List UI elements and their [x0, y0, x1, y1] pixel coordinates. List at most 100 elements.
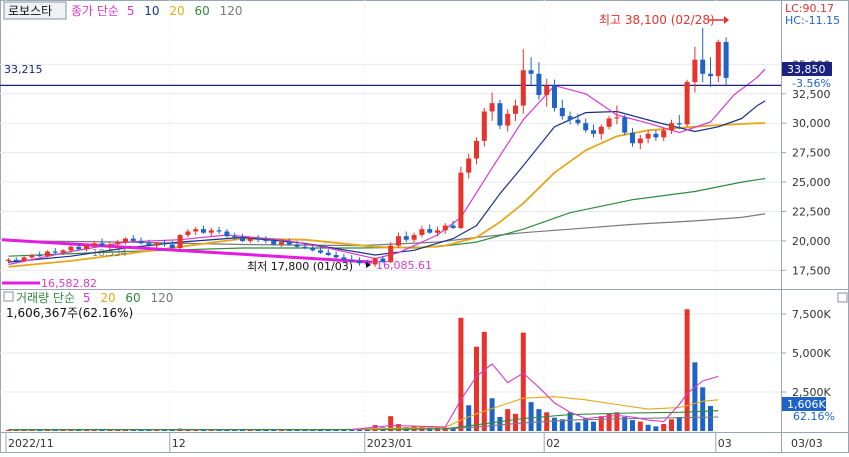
volume-bar [591, 421, 596, 431]
candle-body [115, 242, 121, 245]
candle-body [614, 117, 620, 119]
candle-body [247, 238, 253, 241]
ma-legend-5: 5 [127, 4, 135, 18]
x-axis-tick-label: 12 [172, 437, 186, 450]
candle-body [708, 73, 713, 77]
candle-body [37, 255, 43, 257]
candle-body [520, 70, 526, 106]
volume-bar [669, 419, 674, 431]
volume-panel-toggle[interactable] [3, 291, 14, 302]
candle-body [591, 130, 596, 134]
stock-name: 로보스타 [8, 4, 52, 18]
candle-body [13, 259, 19, 261]
candle-body [263, 239, 269, 241]
ref-line-value: 33,215 [4, 63, 43, 76]
min-price-label: 최저 17,800 (01/03) [247, 260, 353, 273]
volume-legend-60: 60 [125, 291, 140, 305]
candle-body [630, 132, 635, 144]
candle-body [29, 255, 35, 258]
stock-chart-svg: 17,50020,00022,50025,00027,50030,00032,5… [0, 0, 849, 453]
candle-body [169, 244, 175, 248]
price-y-tick-label: 20,000 [792, 235, 831, 248]
ma-legend-60: 60 [195, 4, 210, 18]
candle-body [60, 250, 66, 253]
volume-bar [684, 309, 690, 431]
candle-body [232, 236, 238, 238]
trend-line-start-value: 16,582.82 [41, 277, 97, 290]
candle-body [669, 123, 674, 131]
volume-bar [637, 421, 643, 431]
candle-body [294, 244, 300, 247]
candle-body [91, 243, 97, 246]
candle-body [598, 126, 604, 134]
volume-legend-5: 5 [83, 291, 91, 305]
candle-body [497, 103, 503, 126]
candle-body [162, 243, 167, 245]
x-axis-tick-label: 2022/11 [8, 437, 54, 450]
candle-body [536, 73, 542, 95]
candle-body [474, 140, 479, 159]
chart-frame [0, 0, 849, 453]
trend-line-end-value: 16,085.61 [376, 259, 432, 272]
candle-body [396, 236, 401, 246]
candle-body [513, 105, 518, 114]
volume-bar [653, 426, 659, 431]
candle-body [622, 117, 628, 133]
volume-y-tick-label: 5,000K [792, 347, 831, 360]
candle-body [676, 123, 682, 125]
x-axis-tick-label: 03 [718, 437, 732, 450]
volume-panel-close-button[interactable] [837, 292, 848, 303]
candle-body [715, 42, 721, 77]
candle-body [216, 230, 222, 232]
volume-bar [497, 416, 503, 431]
volume-pct: 62.16% [793, 410, 835, 423]
candle-body [193, 229, 199, 232]
candle-body [489, 103, 495, 112]
candle-body [575, 119, 581, 124]
candle-body [99, 243, 105, 246]
volume-bar [528, 402, 534, 431]
ma-legend-prefix: 종가 단순 [71, 4, 119, 18]
candle-body [458, 172, 464, 228]
candle-body [411, 235, 417, 240]
price-y-tick-label: 22,500 [792, 205, 831, 218]
candle-body [357, 260, 362, 264]
volume-bar [583, 418, 589, 431]
candle-body [505, 113, 511, 126]
x-axis-tick-label: 02 [546, 437, 560, 450]
candle-body [403, 236, 409, 240]
candle-body [201, 229, 206, 233]
price-y-tick-label: 25,000 [792, 176, 831, 189]
candle-body [240, 237, 245, 241]
candle-body [481, 111, 487, 141]
candle-body [52, 251, 58, 253]
volume-bar [700, 387, 706, 431]
candle-body [318, 250, 323, 253]
left-price-label: 18,534 [92, 248, 127, 259]
volume-bar [661, 423, 667, 431]
candle-body [6, 259, 11, 261]
volume-bar [481, 331, 487, 431]
candle-body [21, 257, 27, 261]
volume-bar [692, 362, 698, 431]
ma-legend-10: 10 [144, 4, 159, 18]
candle-body [123, 238, 128, 243]
candle-body [544, 85, 550, 95]
x-axis-tick-label: 2023/01 [367, 437, 413, 450]
max-price-label: 최고 38,100 (02/28) [599, 13, 715, 27]
candle-body [450, 225, 456, 228]
candle-body [208, 230, 214, 233]
candle-body [559, 107, 565, 117]
candle-body [419, 229, 425, 236]
candle-body [723, 42, 729, 78]
volume-bar [645, 424, 651, 431]
volume-bar [552, 417, 557, 431]
ma-legend-20: 20 [169, 4, 184, 18]
volume-y-tick-label: 7,500K [792, 308, 831, 321]
volume-bar [474, 346, 479, 431]
volume-bar [513, 413, 518, 431]
candle-body [606, 118, 612, 127]
volume-bar [630, 420, 635, 431]
candle-body [286, 242, 292, 245]
candle-body [130, 238, 136, 241]
